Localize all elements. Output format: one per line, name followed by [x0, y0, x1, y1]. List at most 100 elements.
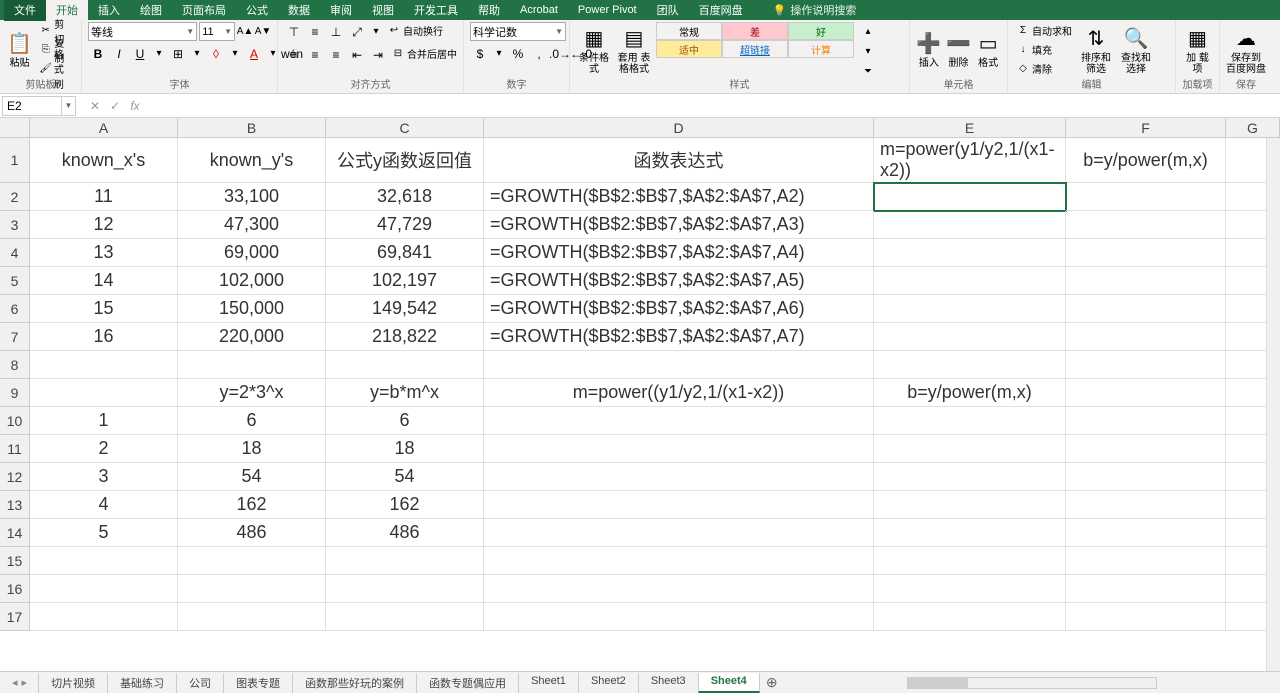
increase-decimal-button[interactable]: .0→ — [550, 44, 570, 64]
formula-input[interactable] — [154, 96, 1280, 116]
cell-E8[interactable] — [874, 351, 1066, 379]
bold-button[interactable]: B — [88, 44, 108, 64]
orientation-more-button[interactable]: ▾ — [368, 22, 384, 40]
row-header-4[interactable]: 4 — [0, 239, 30, 267]
row-header-15[interactable]: 15 — [0, 547, 30, 575]
save-baidu-button[interactable]: ☁保存到 百度网盘 — [1226, 22, 1266, 78]
cell-D10[interactable] — [484, 407, 874, 435]
cell-B1[interactable]: known_y's — [178, 138, 326, 183]
cell-E6[interactable] — [874, 295, 1066, 323]
row-header-17[interactable]: 17 — [0, 603, 30, 631]
sort-filter-button[interactable]: ⇅排序和筛选 — [1078, 22, 1114, 78]
comma-button[interactable]: , — [529, 44, 549, 64]
find-select-button[interactable]: 🔍查找和选择 — [1118, 22, 1154, 78]
horizontal-scrollbar[interactable] — [907, 677, 1157, 689]
cell-A8[interactable] — [30, 351, 178, 379]
accounting-more-button[interactable]: ▾ — [491, 44, 507, 62]
cell-B13[interactable]: 162 — [178, 491, 326, 519]
cell-D6[interactable]: =GROWTH($B$2:$B$7,$A$2:$A$7,A6) — [484, 295, 874, 323]
cancel-formula-button[interactable]: ✕ — [86, 99, 104, 113]
number-format-combo[interactable]: 科学记数▼ — [470, 22, 566, 41]
delete-cells-button[interactable]: ➖删除 — [946, 22, 972, 78]
cell-A3[interactable]: 12 — [30, 211, 178, 239]
tab-draw[interactable]: 绘图 — [130, 0, 172, 21]
cell-D5[interactable]: =GROWTH($B$2:$B$7,$A$2:$A$7,A5) — [484, 267, 874, 295]
cell-C7[interactable]: 218,822 — [326, 323, 484, 351]
tab-data[interactable]: 数据 — [278, 0, 320, 21]
col-header-E[interactable]: E — [874, 118, 1066, 137]
vertical-scrollbar[interactable] — [1266, 138, 1280, 671]
underline-button[interactable]: U — [130, 44, 150, 64]
cell-F15[interactable] — [1066, 547, 1226, 575]
tab-file[interactable]: 文件 — [4, 0, 46, 21]
cell-D7[interactable]: =GROWTH($B$2:$B$7,$A$2:$A$7,A7) — [484, 323, 874, 351]
sheet-tab-公司[interactable]: 公司 — [176, 673, 224, 693]
sheet-tab-图表专题[interactable]: 图表专题 — [223, 673, 293, 693]
cell-D17[interactable] — [484, 603, 874, 631]
cell-E17[interactable] — [874, 603, 1066, 631]
style-calc[interactable]: 计算 — [788, 40, 854, 58]
cell-A14[interactable]: 5 — [30, 519, 178, 547]
sheet-nav-next[interactable]: ▸ — [22, 676, 28, 689]
cell-C2[interactable]: 32,618 — [326, 183, 484, 211]
cell-A13[interactable]: 4 — [30, 491, 178, 519]
cell-A6[interactable]: 15 — [30, 295, 178, 323]
cell-C3[interactable]: 47,729 — [326, 211, 484, 239]
cell-C8[interactable] — [326, 351, 484, 379]
row-header-8[interactable]: 8 — [0, 351, 30, 379]
fill-color-more-button[interactable]: ▾ — [227, 44, 243, 62]
sheet-tab-Sheet1[interactable]: Sheet1 — [518, 673, 579, 693]
italic-button[interactable]: I — [109, 44, 129, 64]
cell-D9[interactable]: m=power((y1/y2,1/(x1-x2)) — [484, 379, 874, 407]
cell-D14[interactable] — [484, 519, 874, 547]
style-normal[interactable]: 常规 — [656, 22, 722, 40]
col-header-G[interactable]: G — [1226, 118, 1280, 137]
fill-color-button[interactable]: ◊ — [206, 44, 226, 64]
cell-B7[interactable]: 220,000 — [178, 323, 326, 351]
cell-D3[interactable]: =GROWTH($B$2:$B$7,$A$2:$A$7,A3) — [484, 211, 874, 239]
row-header-10[interactable]: 10 — [0, 407, 30, 435]
tab-team[interactable]: 团队 — [647, 0, 689, 21]
row-header-5[interactable]: 5 — [0, 267, 30, 295]
cell-C9[interactable]: y=b*m^x — [326, 379, 484, 407]
cell-B9[interactable]: y=2*3^x — [178, 379, 326, 407]
cell-F12[interactable] — [1066, 463, 1226, 491]
col-header-C[interactable]: C — [326, 118, 484, 137]
enter-formula-button[interactable]: ✓ — [106, 99, 124, 113]
cell-A16[interactable] — [30, 575, 178, 603]
cell-C16[interactable] — [326, 575, 484, 603]
tell-me-search[interactable]: 💡 操作说明搜索 — [773, 2, 857, 18]
cell-F6[interactable] — [1066, 295, 1226, 323]
cell-B16[interactable] — [178, 575, 326, 603]
sheet-tab-Sheet4[interactable]: Sheet4 — [698, 673, 760, 693]
cell-B10[interactable]: 6 — [178, 407, 326, 435]
align-left-button[interactable]: ≡ — [284, 45, 304, 65]
decrease-font-button[interactable]: A▼ — [255, 22, 271, 40]
row-header-11[interactable]: 11 — [0, 435, 30, 463]
cell-F2[interactable] — [1066, 183, 1226, 211]
cell-E9[interactable]: b=y/power(m,x) — [874, 379, 1066, 407]
font-name-combo[interactable]: 等线▼ — [88, 22, 197, 41]
addins-button[interactable]: ▦加 载项 — [1182, 22, 1213, 78]
paste-button[interactable]: 📋 粘贴 — [6, 22, 33, 78]
fill-button[interactable]: ↓填充 — [1014, 41, 1074, 58]
percent-button[interactable]: % — [508, 44, 528, 64]
style-scroll-down[interactable]: ▾ — [860, 42, 876, 60]
cell-F14[interactable] — [1066, 519, 1226, 547]
cell-E11[interactable] — [874, 435, 1066, 463]
style-bad[interactable]: 差 — [722, 22, 788, 40]
sheet-nav-prev[interactable]: ◂ — [12, 676, 18, 689]
cell-C11[interactable]: 18 — [326, 435, 484, 463]
cell-E4[interactable] — [874, 239, 1066, 267]
row-header-1[interactable]: 1 — [0, 138, 30, 183]
cell-A15[interactable] — [30, 547, 178, 575]
row-header-3[interactable]: 3 — [0, 211, 30, 239]
row-header-14[interactable]: 14 — [0, 519, 30, 547]
cell-A9[interactable] — [30, 379, 178, 407]
align-center-button[interactable]: ≡ — [305, 45, 325, 65]
tab-dev[interactable]: 开发工具 — [404, 0, 468, 21]
wrap-text-button[interactable]: ↩自动换行 — [385, 22, 459, 39]
cell-A2[interactable]: 11 — [30, 183, 178, 211]
tab-help[interactable]: 帮助 — [468, 0, 510, 21]
cell-E12[interactable] — [874, 463, 1066, 491]
